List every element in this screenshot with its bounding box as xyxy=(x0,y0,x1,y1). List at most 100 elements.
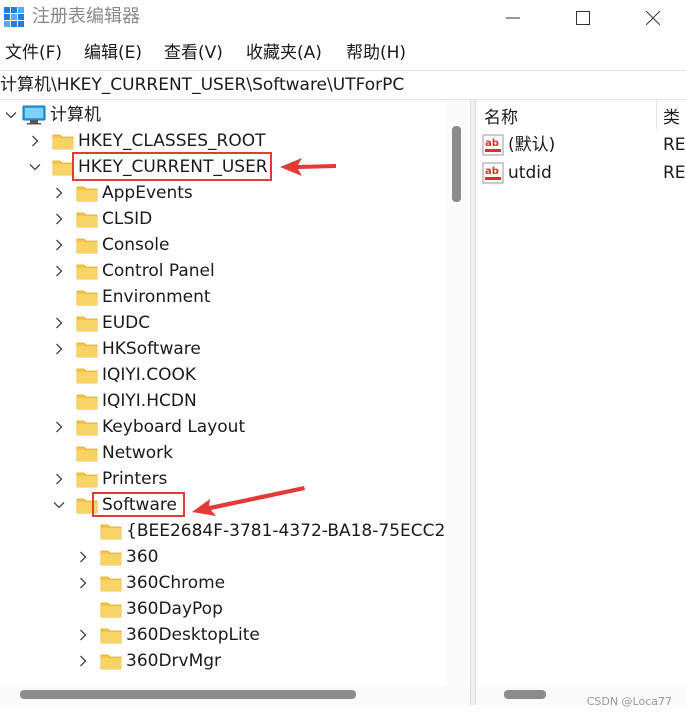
string-value-icon: ab xyxy=(482,162,504,184)
tree-item[interactable]: IQIYI.HCDN xyxy=(52,388,197,414)
tree-item-label: IQIYI.COOK xyxy=(102,365,196,385)
tree-item[interactable]: Keyboard Layout xyxy=(52,414,245,440)
tree-item-label: Printers xyxy=(102,469,168,489)
tree-item[interactable]: IQIYI.COOK xyxy=(52,362,196,388)
folder-icon xyxy=(52,134,74,150)
address-bar[interactable]: 计算机\HKEY_CURRENT_USER\Software\UTForPC xyxy=(0,70,686,100)
tree-item[interactable]: Environment xyxy=(52,284,211,310)
tree-item[interactable]: 360DrvMgr xyxy=(76,648,221,674)
chevron-down-icon[interactable] xyxy=(28,154,42,180)
tree-item-label: Keyboard Layout xyxy=(102,417,246,437)
tree-item[interactable]: Printers xyxy=(52,466,167,492)
horizontal-scroll-thumb[interactable] xyxy=(504,690,546,699)
column-header-name[interactable]: 名称 xyxy=(484,100,518,130)
tree-item-label: 360DayPop xyxy=(126,599,223,619)
close-button[interactable] xyxy=(618,0,686,36)
chevron-down-icon[interactable] xyxy=(4,102,18,128)
column-header-type[interactable]: 类 xyxy=(663,100,680,130)
tree-item[interactable]: 360 xyxy=(76,544,158,570)
tree-item[interactable]: Control Panel xyxy=(52,258,215,284)
menu-view[interactable]: 查看(V) xyxy=(164,41,223,65)
tree-item-label: Console xyxy=(102,235,170,255)
value-type: RE xyxy=(663,135,686,155)
folder-icon xyxy=(76,264,98,280)
tree-item-label: {BEE2684F-3781-4372-BA18-75ECC2 xyxy=(126,521,446,541)
menu-help[interactable]: 帮助(H) xyxy=(346,41,406,65)
highlight-box-hkcu xyxy=(72,152,272,181)
chevron-right-icon[interactable] xyxy=(52,466,66,492)
folder-icon xyxy=(100,524,122,540)
tree-item[interactable]: Network xyxy=(52,440,173,466)
chevron-right-icon[interactable] xyxy=(52,232,66,258)
chevron-right-icon[interactable] xyxy=(52,258,66,284)
folder-icon xyxy=(100,576,122,592)
tree-item[interactable]: 360DayPop xyxy=(76,596,223,622)
tree-item[interactable]: AppEvents xyxy=(52,180,193,206)
folder-icon xyxy=(76,316,98,332)
watermark: CSDN @Loca77 xyxy=(586,695,672,708)
tree-item[interactable]: 360Chrome xyxy=(76,570,225,596)
chevron-right-icon[interactable] xyxy=(76,622,90,648)
tree-horizontal-scrollbar[interactable] xyxy=(0,685,470,705)
vertical-scroll-thumb[interactable] xyxy=(452,126,461,202)
chevron-right-icon[interactable] xyxy=(52,180,66,206)
chevron-right-icon[interactable] xyxy=(52,310,66,336)
tree-item-label: HKEY_CLASSES_ROOT xyxy=(78,131,266,151)
chevron-right-icon[interactable] xyxy=(52,206,66,232)
key-tree-pane[interactable]: 计算机 HKEY_CLASSES_ROOT HKEY_CURRENT_USER Ap… xyxy=(0,100,467,685)
chevron-right-icon[interactable] xyxy=(28,128,42,154)
chevron-right-icon[interactable] xyxy=(76,570,90,596)
tree-item-label: Environment xyxy=(102,287,211,307)
tree-item[interactable]: 360DesktopLite xyxy=(76,622,260,648)
value-row[interactable]: ab utdid xyxy=(482,160,552,186)
address-path[interactable]: 计算机\HKEY_CURRENT_USER\Software\UTForPC xyxy=(0,73,404,97)
close-icon xyxy=(646,11,660,25)
tree-root-computer[interactable]: 计算机 xyxy=(4,102,101,128)
tree-item-label: AppEvents xyxy=(102,183,193,203)
menu-edit[interactable]: 编辑(E) xyxy=(84,41,142,65)
chevron-right-icon[interactable] xyxy=(76,648,90,674)
tree-item-label: CLSID xyxy=(102,209,153,229)
menu-favorites[interactable]: 收藏夹(A) xyxy=(246,41,322,65)
value-list-pane[interactable]: 名称 类 ab (默认) RE ab utdid RE xyxy=(476,100,686,685)
tree-item-label: 360Chrome xyxy=(126,573,226,593)
title-bar: 注册表编辑器 xyxy=(0,0,686,36)
tree-item[interactable]: HKSoftware xyxy=(52,336,201,362)
folder-icon xyxy=(100,628,122,644)
tree-root-label: 计算机 xyxy=(50,105,101,125)
folder-icon xyxy=(52,160,74,176)
tree-item-label: Control Panel xyxy=(102,261,215,281)
annotation-arrow-icon xyxy=(280,158,336,176)
tree-item[interactable]: CLSID xyxy=(52,206,152,232)
chevron-right-icon[interactable] xyxy=(52,336,66,362)
chevron-right-icon[interactable] xyxy=(76,544,90,570)
menu-file[interactable]: 文件(F) xyxy=(5,41,62,65)
chevron-down-icon[interactable] xyxy=(52,492,66,518)
folder-icon xyxy=(76,472,98,488)
folder-icon xyxy=(76,186,98,202)
value-name: (默认) xyxy=(508,135,556,155)
folder-icon xyxy=(100,654,122,670)
menu-bar: 文件(F) 编辑(E) 查看(V) 收藏夹(A) 帮助(H) xyxy=(0,38,686,68)
folder-icon xyxy=(76,420,98,436)
chevron-right-icon[interactable] xyxy=(52,414,66,440)
maximize-button[interactable] xyxy=(548,0,618,36)
tree-item[interactable]: EUDC xyxy=(52,310,150,336)
horizontal-scroll-thumb[interactable] xyxy=(20,690,356,699)
tree-item-label: IQIYI.HCDN xyxy=(102,391,197,411)
minimize-button[interactable] xyxy=(478,0,548,36)
tree-item[interactable]: {BEE2684F-3781-4372-BA18-75ECC2 xyxy=(76,518,445,544)
tree-item-label: 360DrvMgr xyxy=(126,651,222,671)
tree-item[interactable]: HKEY_CLASSES_ROOT xyxy=(28,128,266,154)
tree-vertical-scrollbar[interactable] xyxy=(447,100,467,685)
column-separator[interactable] xyxy=(656,100,657,130)
tree-item[interactable]: Console xyxy=(52,232,170,258)
regedit-app-icon xyxy=(4,7,24,27)
value-row[interactable]: ab (默认) xyxy=(482,132,555,158)
annotation-arrow-icon xyxy=(192,486,305,516)
